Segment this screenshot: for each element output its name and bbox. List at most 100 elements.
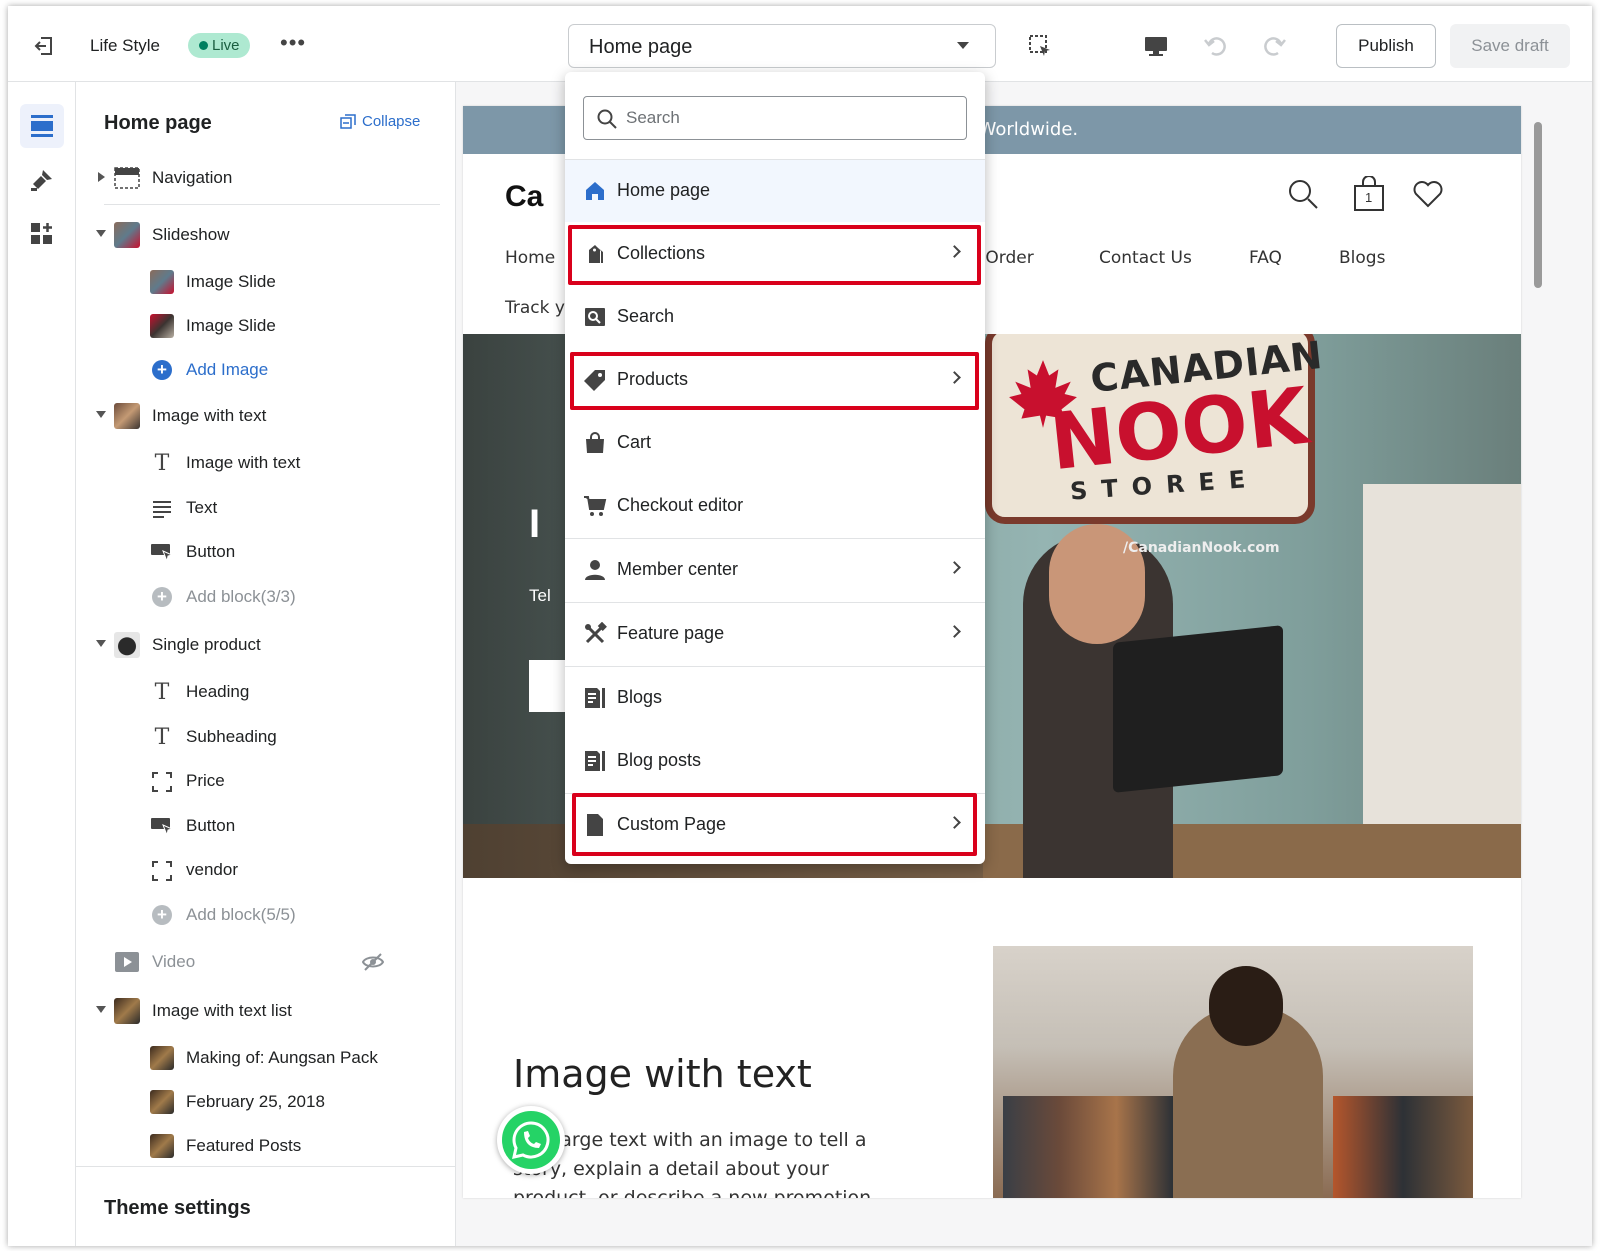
save-draft-button[interactable]: Save draft <box>1450 24 1570 68</box>
image-slide-thumbnail <box>150 314 174 338</box>
menu-item-collections[interactable]: Collections <box>565 223 985 285</box>
section-single-product[interactable]: Single product <box>76 627 436 663</box>
rail-sections[interactable] <box>20 104 64 148</box>
search-icon[interactable] <box>1287 178 1319 210</box>
list-item-thumbnail <box>150 1134 174 1158</box>
plus-circle-icon: + <box>152 587 172 607</box>
nav-link-blogs[interactable]: Blogs <box>1339 248 1385 268</box>
add-image-button[interactable]: + Add Image <box>76 352 436 388</box>
menu-item-cart[interactable]: Cart <box>565 412 985 474</box>
home-icon <box>586 182 604 200</box>
eye-hidden-icon[interactable] <box>362 952 384 972</box>
menu-item-feature-page[interactable]: Feature page <box>565 603 985 665</box>
block-vendor[interactable]: vendor <box>76 852 436 888</box>
nav-link-home[interactable]: Home <box>505 248 555 268</box>
plus-circle-icon: + <box>152 360 172 380</box>
preview-scrollbar[interactable] <box>1534 122 1542 288</box>
header-section-icon <box>114 167 140 189</box>
collapse-icon <box>340 114 356 129</box>
bag-icon <box>586 432 604 453</box>
menu-item-blogs[interactable]: Blogs <box>565 667 985 729</box>
block-image-slide[interactable]: Image Slide <box>76 308 436 344</box>
theme-settings-footer[interactable]: Theme settings <box>76 1166 456 1246</box>
menu-item-label: Cart <box>617 432 652 452</box>
collapse-arrow-icon[interactable] <box>96 640 106 647</box>
section-video[interactable]: Video <box>76 944 436 980</box>
menu-item-label: Custom Page <box>617 814 727 834</box>
menu-item-member-center[interactable]: Member center <box>565 539 985 601</box>
section-navigation[interactable]: Navigation <box>76 160 436 196</box>
block-image-slide[interactable]: Image Slide <box>76 264 436 300</box>
shopper-head <box>1209 966 1283 1046</box>
tools-icon <box>585 622 607 644</box>
block-text[interactable]: Text <box>76 490 436 526</box>
hero-heading: I <box>529 502 541 546</box>
add-block-label: Add block(3/3) <box>186 587 296 606</box>
expand-arrow-icon[interactable] <box>98 172 105 182</box>
menu-item-products[interactable]: Products <box>565 349 985 411</box>
block-list-item[interactable]: Featured Posts <box>76 1128 436 1164</box>
block-price[interactable]: Price <box>76 763 436 799</box>
redo-icon[interactable] <box>1260 32 1288 60</box>
section-image-with-text[interactable]: Image with text <box>76 398 436 434</box>
exit-icon[interactable] <box>32 34 56 58</box>
hero-monitor <box>1113 625 1283 793</box>
block-heading[interactable]: T Heading <box>76 674 436 710</box>
block-button[interactable]: Button <box>76 808 436 844</box>
heart-icon[interactable] <box>1413 180 1443 208</box>
whatsapp-chat-button[interactable] <box>497 1106 565 1174</box>
menu-item-home-page[interactable]: Home page <box>565 160 985 222</box>
add-block-button[interactable]: + Add block(5/5) <box>76 897 436 933</box>
block-button[interactable]: Button <box>76 534 436 570</box>
chevron-right-icon <box>948 816 961 829</box>
section-image-with-text-list[interactable]: Image with text list <box>76 993 436 1029</box>
collapse-button[interactable]: Collapse <box>340 113 420 130</box>
collapse-arrow-icon[interactable] <box>96 411 106 418</box>
block-image-with-text[interactable]: T Image with text <box>76 445 436 481</box>
image-with-text-list-thumbnail <box>114 998 140 1024</box>
menu-item-custom-page[interactable]: Custom Page <box>565 794 985 856</box>
menu-item-label: Member center <box>617 559 739 579</box>
video-icon <box>115 952 139 972</box>
apps-icon <box>31 223 52 244</box>
nav-link-faq[interactable]: FAQ <box>1249 248 1282 268</box>
blog-icon <box>585 751 605 771</box>
rail-apps[interactable] <box>20 212 64 256</box>
menu-item-blog-posts[interactable]: Blog posts <box>565 730 985 792</box>
block-subheading[interactable]: T Subheading <box>76 719 436 755</box>
store-logo[interactable]: Ca <box>505 180 543 214</box>
block-list-item[interactable]: February 25, 2018 <box>76 1084 436 1120</box>
inspector-select-icon[interactable] <box>1026 32 1054 60</box>
block-label: Button <box>186 816 236 835</box>
page-icon <box>587 814 603 836</box>
left-rail <box>8 82 76 1246</box>
rail-theme-settings[interactable] <box>20 158 64 202</box>
collapse-label: Collapse <box>362 113 421 130</box>
add-block-button[interactable]: + Add block(3/3) <box>76 579 436 615</box>
section-slideshow[interactable]: Slideshow <box>76 217 436 253</box>
block-label: Image with text <box>186 453 301 472</box>
blog-icon <box>585 688 605 708</box>
desktop-view-icon[interactable] <box>1142 32 1170 60</box>
undo-icon[interactable] <box>1202 32 1230 60</box>
collapse-arrow-icon[interactable] <box>96 230 106 237</box>
collapse-arrow-icon[interactable] <box>96 1006 106 1013</box>
theme-settings-label: Theme settings <box>104 1197 251 1219</box>
person-icon <box>585 560 605 580</box>
menu-item-checkout-editor[interactable]: Checkout editor <box>565 475 985 537</box>
block-list-item[interactable]: Making of: Aungsan Pack <box>76 1040 436 1076</box>
menu-item-search[interactable]: Search <box>565 286 985 348</box>
block-label: Image Slide <box>186 316 276 335</box>
publish-button[interactable]: Publish <box>1336 24 1436 68</box>
dropdown-search-input[interactable] <box>626 105 946 131</box>
dropdown-search[interactable] <box>583 96 967 140</box>
nav-link-track[interactable]: Track y <box>505 298 565 318</box>
nav-link-contact[interactable]: Contact Us <box>1099 248 1192 268</box>
page-selector[interactable]: Home page <box>568 24 996 68</box>
more-actions-button[interactable]: ••• <box>280 30 306 56</box>
store-name: Life Style <box>90 36 160 55</box>
block-label: February 25, 2018 <box>186 1092 325 1111</box>
chevron-right-icon <box>948 625 961 638</box>
menu-item-label: Home page <box>617 180 711 200</box>
clothing-rack <box>1333 1096 1473 1198</box>
